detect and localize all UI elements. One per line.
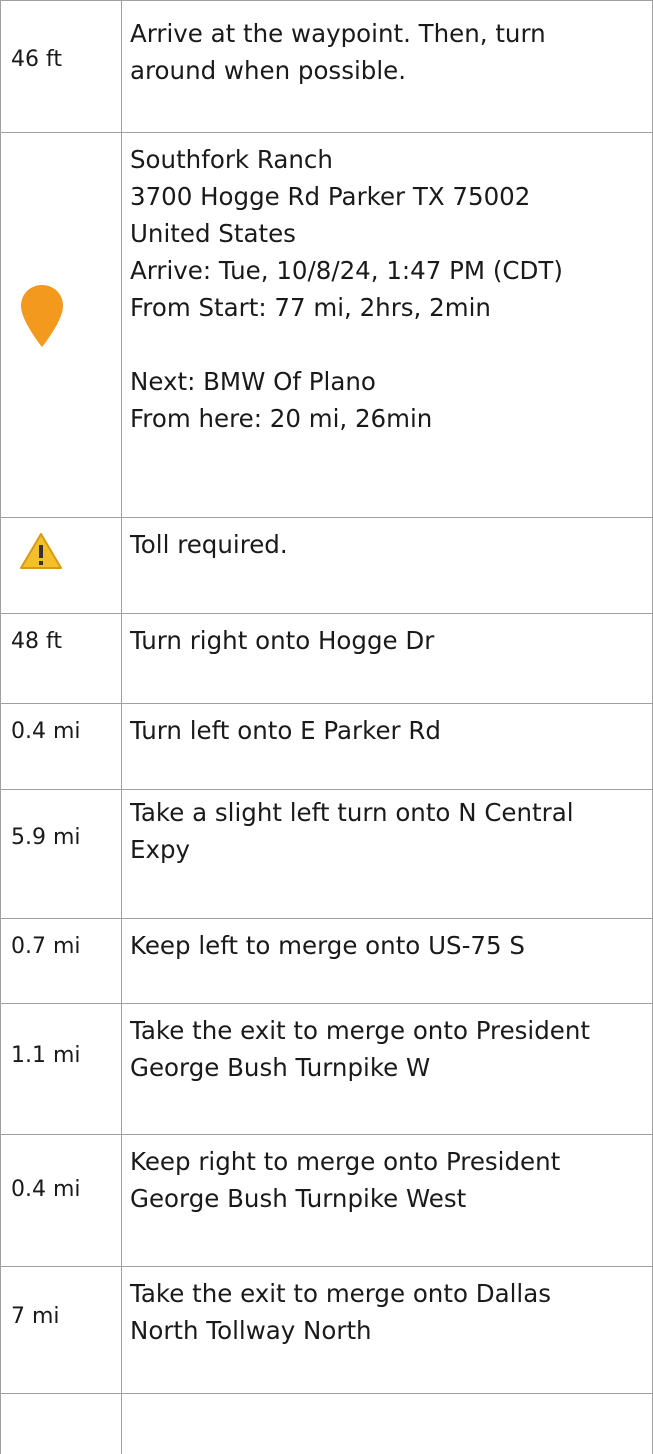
instruction-cell: Take the exit to merge onto Dallas North… xyxy=(122,1267,653,1393)
instruction-text: Take a slight left turn onto N Central E… xyxy=(130,798,574,864)
direction-row: 0.7 mi Keep left to merge onto US-75 S xyxy=(0,919,653,1004)
direction-row: 0.4 mi Turn left onto E Parker Rd xyxy=(0,704,653,790)
distance-label: 7 mi xyxy=(11,1304,60,1329)
instruction-cell: Arrive at the waypoint. Then, turn aroun… xyxy=(122,0,653,132)
instruction-text: Take the exit to merge onto Dallas North… xyxy=(130,1279,551,1345)
direction-row: 48 ft Turn right onto Hogge Dr xyxy=(0,614,653,704)
distance-cell: 5.9 mi xyxy=(0,790,122,918)
direction-row: 7 mi Take the exit to merge onto Dallas … xyxy=(0,1267,653,1394)
distance-cell: 7 mi xyxy=(0,1267,122,1393)
distance-cell xyxy=(0,1394,122,1454)
warning-icon xyxy=(20,533,62,569)
distance-cell: 1.1 mi xyxy=(0,1004,122,1134)
waypoint-details-cell: Southfork Ranch 3700 Hogge Rd Parker TX … xyxy=(122,133,653,517)
waypoint-icon-cell xyxy=(0,133,122,517)
instruction-text: Keep right to merge onto President Georg… xyxy=(130,1147,561,1213)
instruction-cell: Turn right onto Hogge Dr xyxy=(122,614,653,703)
distance-label: 48 ft xyxy=(11,628,62,654)
partial-direction-row xyxy=(0,1394,653,1454)
instruction-text: Keep left to merge onto US-75 S xyxy=(130,931,525,960)
direction-row: 1.1 mi Take the exit to merge onto Presi… xyxy=(0,1004,653,1135)
distance-cell: 0.4 mi xyxy=(0,1135,122,1266)
distance-cell: 48 ft xyxy=(0,614,122,703)
direction-row: 46 ft Arrive at the waypoint. Then, turn… xyxy=(0,0,653,133)
instruction-text: Turn right onto Hogge Dr xyxy=(130,626,435,655)
waypoint-details-text: Southfork Ranch 3700 Hogge Rd Parker TX … xyxy=(130,145,563,433)
distance-cell: 46 ft xyxy=(0,0,122,132)
instruction-cell: Keep left to merge onto US-75 S xyxy=(122,919,653,1003)
distance-label: 5.9 mi xyxy=(11,825,81,850)
orange-pin-icon xyxy=(21,285,63,347)
distance-cell: 0.4 mi xyxy=(0,704,122,789)
instruction-text: Take the exit to merge onto President Ge… xyxy=(130,1016,590,1082)
instruction-cell: Take the exit to merge onto President Ge… xyxy=(122,1004,653,1134)
distance-label: 1.1 mi xyxy=(11,1043,81,1068)
distance-label: 0.4 mi xyxy=(11,718,81,744)
distance-label: 0.7 mi xyxy=(11,934,81,959)
distance-cell: 0.7 mi xyxy=(0,919,122,1003)
instruction-cell: Take a slight left turn onto N Central E… xyxy=(122,790,653,918)
toll-warning-row: Toll required. xyxy=(0,518,653,614)
warning-icon-cell xyxy=(0,518,122,613)
instruction-text: Turn left onto E Parker Rd xyxy=(130,716,441,745)
distance-label: 0.4 mi xyxy=(11,1176,81,1202)
distance-label: 46 ft xyxy=(11,46,62,72)
instruction-cell: Keep right to merge onto President Georg… xyxy=(122,1135,653,1266)
waypoint-row: Southfork Ranch 3700 Hogge Rd Parker TX … xyxy=(0,133,653,518)
direction-row: 0.4 mi Keep right to merge onto Presiden… xyxy=(0,1135,653,1267)
toll-text-cell: Toll required. xyxy=(122,518,653,613)
instruction-cell xyxy=(122,1394,653,1454)
instruction-text: Arrive at the waypoint. Then, turn aroun… xyxy=(130,19,546,85)
direction-row: 5.9 mi Take a slight left turn onto N Ce… xyxy=(0,790,653,919)
directions-table: 46 ft Arrive at the waypoint. Then, turn… xyxy=(0,0,653,1454)
instruction-cell: Turn left onto E Parker Rd xyxy=(122,704,653,789)
toll-required-text: Toll required. xyxy=(130,530,288,559)
